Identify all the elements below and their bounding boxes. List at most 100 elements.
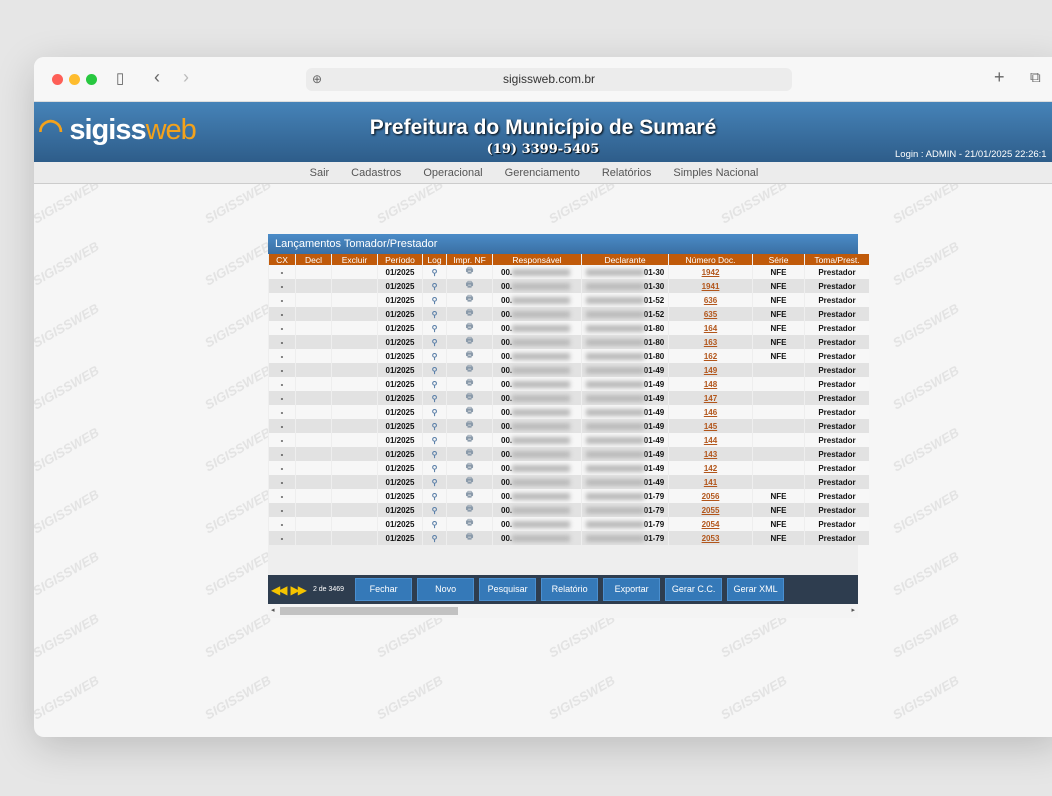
log-icon[interactable]: ⚲ [423, 475, 446, 489]
document-number-link[interactable]: 146 [704, 408, 717, 417]
menu-item[interactable]: Gerenciamento [505, 162, 580, 183]
table-row[interactable]: - 01/2025 ⚲ 🖶 00. 01-30 1942 NFE Prestador [269, 265, 869, 279]
address-bar[interactable]: ⊕ sigissweb.com.br [306, 68, 792, 91]
print-icon[interactable]: 🖶 [447, 363, 492, 377]
table-row[interactable]: - 01/2025 ⚲ 🖶 00. 01-49 145 Prestador [269, 419, 869, 433]
table-row[interactable]: - 01/2025 ⚲ 🖶 00. 01-80 164 NFE Prestador [269, 321, 869, 335]
column-header[interactable]: Impr. NF [447, 254, 492, 265]
table-row[interactable]: - 01/2025 ⚲ 🖶 00. 01-52 635 NFE Prestador [269, 307, 869, 321]
print-icon[interactable]: 🖶 [447, 349, 492, 363]
column-header[interactable]: Responsável [493, 254, 581, 265]
document-number-link[interactable]: 1941 [702, 282, 720, 291]
document-number-link[interactable]: 164 [704, 324, 717, 333]
gerar-xml-button[interactable]: Gerar XML [727, 578, 785, 601]
log-icon[interactable]: ⚲ [423, 265, 446, 279]
column-header[interactable]: CX [269, 254, 295, 265]
log-icon[interactable]: ⚲ [423, 391, 446, 405]
table-row[interactable]: - 01/2025 ⚲ 🖶 00. 01-80 162 NFE Prestador [269, 349, 869, 363]
document-number-link[interactable]: 149 [704, 366, 717, 375]
print-icon[interactable]: 🖶 [447, 531, 492, 545]
log-icon[interactable]: ⚲ [423, 447, 446, 461]
table-row[interactable]: - 01/2025 ⚲ 🖶 00. 01-49 147 Prestador [269, 391, 869, 405]
column-header[interactable]: Decl [296, 254, 331, 265]
document-number-link[interactable]: 162 [704, 352, 717, 361]
print-icon[interactable]: 🖶 [447, 405, 492, 419]
gerar-c-c-button[interactable]: Gerar C.C. [665, 578, 723, 601]
table-row[interactable]: - 01/2025 ⚲ 🖶 00. 01-79 2053 NFE Prestador [269, 531, 869, 545]
maximize-window-button[interactable] [86, 74, 97, 85]
document-number-link[interactable]: 147 [704, 394, 717, 403]
log-icon[interactable]: ⚲ [423, 419, 446, 433]
log-icon[interactable]: ⚲ [423, 307, 446, 321]
log-icon[interactable]: ⚲ [423, 461, 446, 475]
menu-item[interactable]: Sair [310, 162, 330, 183]
column-header[interactable]: Log [423, 254, 446, 265]
table-row[interactable]: - 01/2025 ⚲ 🖶 00. 01-49 146 Prestador [269, 405, 869, 419]
print-icon[interactable]: 🖶 [447, 307, 492, 321]
print-icon[interactable]: 🖶 [447, 391, 492, 405]
log-icon[interactable]: ⚲ [423, 293, 446, 307]
print-icon[interactable]: 🖶 [447, 447, 492, 461]
print-icon[interactable]: 🖶 [447, 279, 492, 293]
log-icon[interactable]: ⚲ [423, 321, 446, 335]
horizontal-scrollbar[interactable]: ◂ ▸ [268, 604, 858, 618]
print-icon[interactable]: 🖶 [447, 461, 492, 475]
print-icon[interactable]: 🖶 [447, 517, 492, 531]
table-row[interactable]: - 01/2025 ⚲ 🖶 00. 01-79 2056 NFE Prestador [269, 489, 869, 503]
column-header[interactable]: Toma/Prest. [805, 254, 869, 265]
menu-item[interactable]: Relatórios [602, 162, 652, 183]
document-number-link[interactable]: 635 [704, 310, 717, 319]
table-row[interactable]: - 01/2025 ⚲ 🖶 00. 01-80 163 NFE Prestador [269, 335, 869, 349]
document-number-link[interactable]: 1942 [702, 268, 720, 277]
column-header[interactable]: Declarante [582, 254, 668, 265]
table-row[interactable]: - 01/2025 ⚲ 🖶 00. 01-49 141 Prestador [269, 475, 869, 489]
print-icon[interactable]: 🖶 [447, 433, 492, 447]
scrollbar-thumb[interactable] [280, 607, 458, 615]
new-tab-icon[interactable]: + [994, 67, 1005, 88]
log-icon[interactable]: ⚲ [423, 335, 446, 349]
column-header[interactable]: Excluir [332, 254, 377, 265]
table-row[interactable]: - 01/2025 ⚲ 🖶 00. 01-49 143 Prestador [269, 447, 869, 461]
menu-item[interactable]: Operacional [423, 162, 482, 183]
table-row[interactable]: - 01/2025 ⚲ 🖶 00. 01-49 142 Prestador [269, 461, 869, 475]
table-row[interactable]: - 01/2025 ⚲ 🖶 00. 01-52 636 NFE Prestador [269, 293, 869, 307]
back-icon[interactable]: ‹ [154, 67, 160, 88]
table-row[interactable]: - 01/2025 ⚲ 🖶 00. 01-49 144 Prestador [269, 433, 869, 447]
table-row[interactable]: - 01/2025 ⚲ 🖶 00. 01-30 1941 NFE Prestador [269, 279, 869, 293]
log-icon[interactable]: ⚲ [423, 279, 446, 293]
forward-icon[interactable]: › [183, 67, 189, 88]
log-icon[interactable]: ⚲ [423, 377, 446, 391]
scroll-right-icon[interactable]: ▸ [851, 606, 855, 614]
print-icon[interactable]: 🖶 [447, 293, 492, 307]
close-window-button[interactable] [52, 74, 63, 85]
log-icon[interactable]: ⚲ [423, 433, 446, 447]
document-number-link[interactable]: 142 [704, 464, 717, 473]
relat-rio-button[interactable]: Relatório [541, 578, 599, 601]
site-settings-icon[interactable]: ⊕ [312, 68, 322, 91]
minimize-window-button[interactable] [69, 74, 80, 85]
next-page-icon[interactable]: ▶▶ [290, 583, 307, 597]
print-icon[interactable]: 🖶 [447, 321, 492, 335]
document-number-link[interactable]: 2056 [702, 492, 720, 501]
print-icon[interactable]: 🖶 [447, 335, 492, 349]
column-header[interactable]: Número Doc. [669, 254, 752, 265]
table-row[interactable]: - 01/2025 ⚲ 🖶 00. 01-49 148 Prestador [269, 377, 869, 391]
document-number-link[interactable]: 2053 [702, 534, 720, 543]
document-number-link[interactable]: 148 [704, 380, 717, 389]
log-icon[interactable]: ⚲ [423, 405, 446, 419]
fechar-button[interactable]: Fechar [355, 578, 413, 601]
menu-item[interactable]: Simples Nacional [673, 162, 758, 183]
log-icon[interactable]: ⚲ [423, 489, 446, 503]
table-row[interactable]: - 01/2025 ⚲ 🖶 00. 01-49 149 Prestador [269, 363, 869, 377]
document-number-link[interactable]: 636 [704, 296, 717, 305]
log-icon[interactable]: ⚲ [423, 503, 446, 517]
log-icon[interactable]: ⚲ [423, 531, 446, 545]
log-icon[interactable]: ⚲ [423, 349, 446, 363]
column-header[interactable]: Série [753, 254, 804, 265]
print-icon[interactable]: 🖶 [447, 489, 492, 503]
table-row[interactable]: - 01/2025 ⚲ 🖶 00. 01-79 2054 NFE Prestador [269, 517, 869, 531]
document-number-link[interactable]: 2055 [702, 506, 720, 515]
log-icon[interactable]: ⚲ [423, 517, 446, 531]
print-icon[interactable]: 🖶 [447, 377, 492, 391]
print-icon[interactable]: 🖶 [447, 419, 492, 433]
